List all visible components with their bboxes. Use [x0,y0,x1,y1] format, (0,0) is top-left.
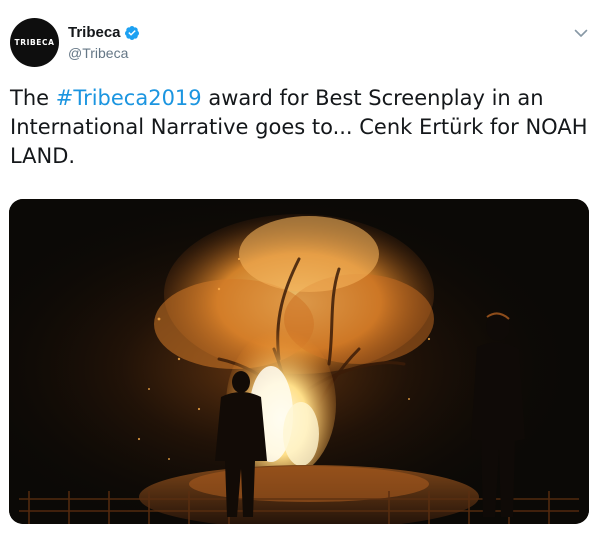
user-handle[interactable]: @Tribeca [68,45,128,61]
avatar[interactable]: TRIBECA [10,18,59,67]
chevron-down-icon[interactable] [572,24,590,42]
tweet: TRIBECA Tribeca @Tribeca The #Tribeca201… [0,0,600,536]
avatar-logo-text: TRIBECA [14,38,55,47]
display-name[interactable]: Tribeca [68,24,121,41]
tweet-text-start: The [10,86,56,110]
burning-tree-photo [9,199,589,524]
verified-badge-icon [124,26,139,40]
tweet-text: The #Tribeca2019 award for Best Screenpl… [10,84,590,171]
hashtag-link[interactable]: #Tribeca2019 [56,86,202,110]
media-image[interactable] [9,199,589,524]
